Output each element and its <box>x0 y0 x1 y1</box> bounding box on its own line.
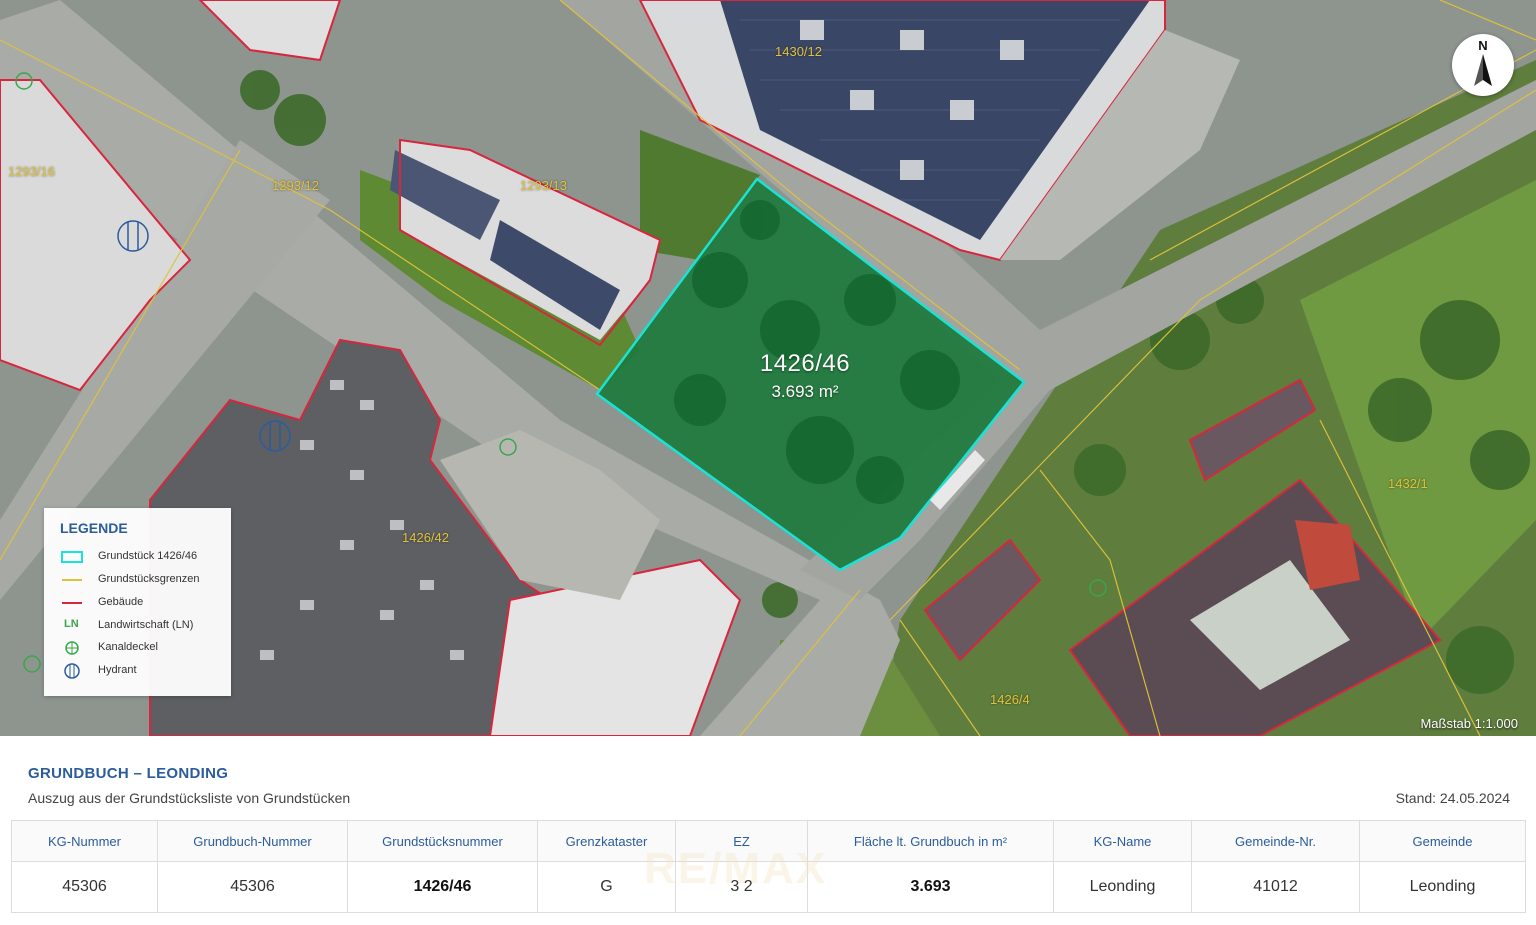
legend-label: Landwirtschaft (LN) <box>98 619 194 631</box>
legend-label: Hydrant <box>98 664 137 676</box>
map-legend: LEGENDE Grundstück 1426/46 Grundstücksgr… <box>44 508 231 696</box>
column-header: Gemeinde-Nr. <box>1191 820 1360 862</box>
panel-title: GRUNDBUCH – LEONDING <box>28 765 229 782</box>
column-header: Grundstücksnummer <box>347 820 538 862</box>
table-cell: 45306 <box>157 861 348 913</box>
watermark: RE/MAX <box>644 844 828 893</box>
compass-letter: N <box>1478 38 1488 53</box>
plot-area: 3.693 m² <box>771 382 839 401</box>
table-cell: 45306 <box>11 861 158 913</box>
column-header: KG-Name <box>1053 820 1192 862</box>
table-cell: 3.693 <box>807 861 1054 913</box>
legend-item: Grundstücksgrenzen <box>60 572 230 588</box>
plot-id: 1426/46 <box>759 350 851 377</box>
legend-item: Grundstück 1426/46 <box>60 549 230 565</box>
column-header: KG-Nummer <box>11 820 158 862</box>
legend-item: Hydrant <box>60 663 230 679</box>
table-cell: 41012 <box>1191 861 1360 913</box>
compass[interactable]: N <box>1452 34 1514 96</box>
legend-item: Gebäude <box>60 595 230 611</box>
table-cell: Leonding <box>1053 861 1192 913</box>
north-arrow-icon <box>1474 54 1492 86</box>
building-line-icon <box>60 595 86 611</box>
legend-label: Grundstück 1426/46 <box>98 550 198 562</box>
legend-item: LN Landwirtschaft (LN) <box>60 618 230 634</box>
legend-label: Kanaldeckel <box>98 641 158 653</box>
parcel-label: 1293/12 <box>272 178 319 193</box>
legend-label: Grundstücksgrenzen <box>98 573 200 585</box>
panel-subtitle: Auszug aus der Grundstücksliste von Grun… <box>28 790 351 806</box>
boundary-line-icon <box>60 572 86 588</box>
parcel-label: 1293/13 <box>520 178 567 193</box>
column-header: Gemeinde <box>1359 820 1526 862</box>
table-cell: 1426/46 <box>347 861 538 913</box>
parcel-label: 1293/16 <box>8 164 55 179</box>
land-register-panel: GRUNDBUCH – LEONDING Auszug aus der Grun… <box>0 736 1536 925</box>
legend-label: Gebäude <box>98 596 144 608</box>
parcel-label: 1432/1 <box>1388 476 1428 491</box>
stand-date: Stand: 24.05.2024 <box>1395 790 1510 806</box>
scale-text: Maßstab 1:1.000 <box>1420 716 1518 731</box>
manhole-icon <box>60 640 86 656</box>
parcel-label: 1430/12 <box>775 44 822 59</box>
table-cell: Leonding <box>1359 861 1526 913</box>
parcel-label: 1426/42 <box>402 530 449 545</box>
legend-item: Kanaldeckel <box>60 640 230 656</box>
parcel-label: 1426/4 <box>990 692 1030 707</box>
plot-label: 1426/46 3.693 m² <box>700 350 910 402</box>
plot-outline-icon <box>60 549 86 565</box>
aerial-map[interactable]: 1426/46 3.693 m² 1430/12 1293/16 1293/12… <box>0 0 1536 736</box>
column-header: Fläche lt. Grundbuch in m² <box>807 820 1054 862</box>
legend-title: LEGENDE <box>60 520 128 536</box>
column-header: Grundbuch-Nummer <box>157 820 348 862</box>
ln-icon: LN <box>64 618 79 630</box>
hydrant-icon <box>60 663 86 679</box>
